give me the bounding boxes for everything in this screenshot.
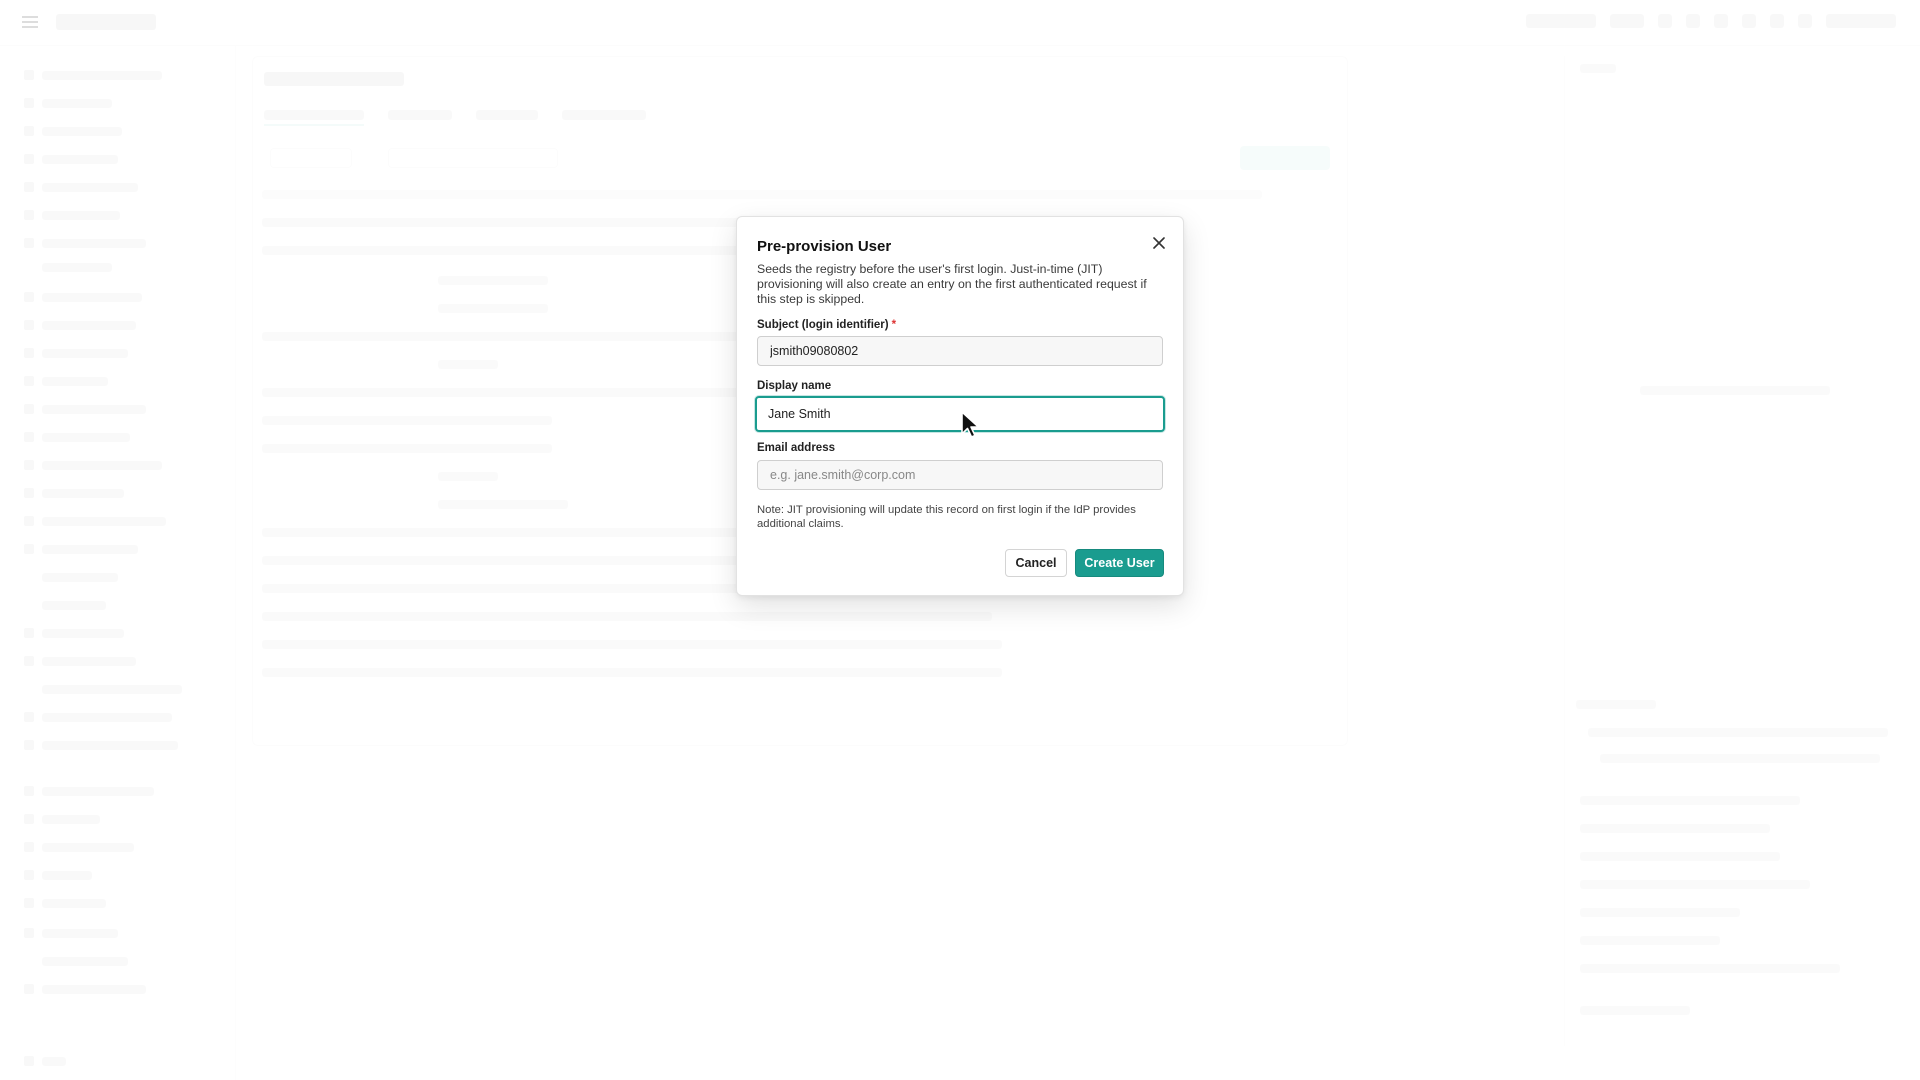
- create-user-button[interactable]: Create User: [1075, 549, 1164, 577]
- required-marker: *: [891, 319, 897, 331]
- close-icon: [1153, 237, 1165, 249]
- dialog-description: Seeds the registry before the user's fir…: [757, 262, 1147, 306]
- email-input[interactable]: [757, 460, 1163, 490]
- display-name-label: Display name: [757, 380, 832, 392]
- mouse-pointer-icon: [961, 411, 980, 438]
- email-label: Email address: [757, 442, 835, 454]
- subject-input[interactable]: [757, 336, 1163, 366]
- subject-label: Subject (login identifier) *: [757, 319, 896, 331]
- dialog-note: Note: JIT provisioning will update this …: [757, 504, 1136, 530]
- cancel-button[interactable]: Cancel: [1005, 549, 1067, 577]
- pre-provision-user-dialog: Pre-provision User Seeds the registry be…: [736, 216, 1184, 596]
- close-button[interactable]: [1149, 233, 1169, 253]
- dialog-title: Pre-provision User: [757, 238, 892, 255]
- subject-label-text: Subject (login identifier): [757, 319, 889, 331]
